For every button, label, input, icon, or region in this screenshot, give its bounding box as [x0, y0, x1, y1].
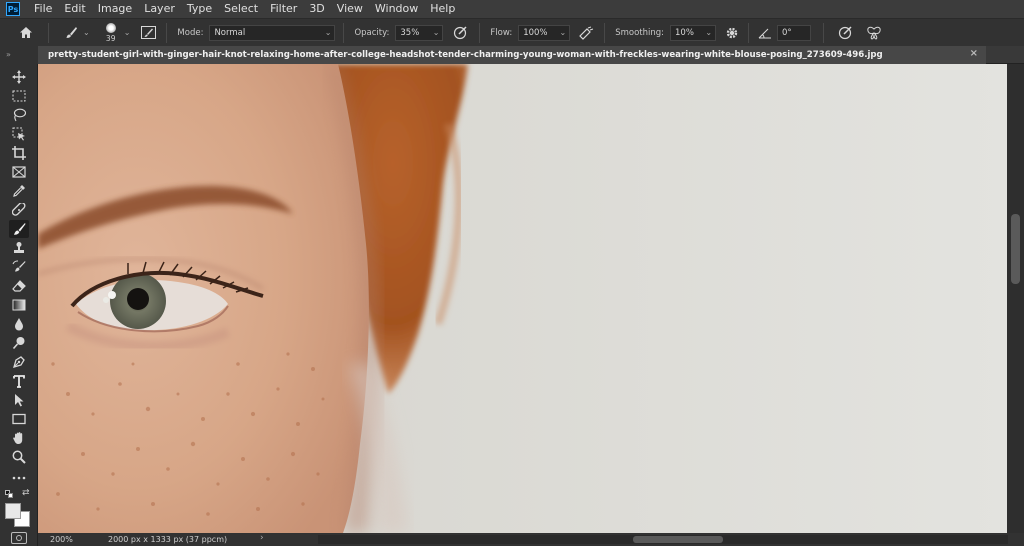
brush-size-picker[interactable]: 39 [98, 21, 124, 45]
crop-icon[interactable] [9, 144, 29, 162]
swap-colors-icon[interactable]: ⇄ [22, 488, 30, 498]
document-info[interactable]: 2000 px x 1333 px (37 ppcm) [88, 535, 288, 544]
symmetry-butterfly-icon[interactable] [864, 23, 884, 43]
brush-size-value: 39 [105, 33, 116, 43]
brush-settings-panel-icon[interactable] [138, 23, 158, 43]
airbrush-icon[interactable] [576, 23, 596, 43]
menu-filter[interactable]: Filter [264, 0, 303, 18]
menu-image[interactable]: Image [92, 0, 138, 18]
panel-collapse-icon[interactable]: » [0, 46, 38, 64]
type-icon[interactable] [9, 372, 29, 390]
menu-type[interactable]: Type [181, 0, 218, 18]
menu-file[interactable]: File [28, 0, 58, 18]
flow-value: 100% [523, 27, 548, 38]
chevron-down-icon: ⌄ [559, 27, 567, 37]
chevron-down-icon: ⌄ [324, 27, 332, 37]
rectangle-icon[interactable] [9, 410, 29, 428]
dodge-icon[interactable] [9, 334, 29, 352]
brush-tip-icon [105, 22, 116, 33]
blur-icon[interactable] [9, 315, 29, 333]
document-tab-title: pretty-student-girl-with-ginger-hair-kno… [48, 49, 883, 60]
opacity-label: Opacity: [354, 27, 390, 38]
document-tab-bar: pretty-student-girl-with-ginger-hair-kno… [38, 45, 1024, 64]
chevron-down-icon: ⌄ [705, 27, 713, 37]
foreground-color-swatch[interactable] [5, 503, 21, 519]
menu-3d[interactable]: 3D [303, 0, 330, 18]
chevron-down-icon: ⌄ [432, 27, 440, 37]
angle-input[interactable]: 0° [777, 24, 812, 41]
brush-preset-dropdown-icon[interactable]: ⌄ [83, 28, 90, 37]
opacity-value: 35% [400, 27, 420, 38]
quick-mask-icon[interactable] [11, 532, 27, 544]
flow-label: Flow: [490, 27, 513, 38]
frame-icon[interactable] [9, 163, 29, 181]
move-icon[interactable] [9, 68, 29, 86]
flow-input[interactable]: 100% ⌄ [518, 24, 571, 41]
mode-label: Mode: [177, 27, 204, 38]
vertical-scroll-thumb[interactable] [1011, 214, 1020, 284]
photoshop-logo[interactable]: Ps [6, 2, 20, 16]
brush-icon[interactable] [9, 220, 29, 238]
path-select-icon[interactable] [9, 391, 29, 409]
chevron-right-icon[interactable]: › [260, 533, 264, 543]
more-icon[interactable] [9, 469, 29, 487]
photo-canvas-image [38, 64, 1007, 533]
menu-layer[interactable]: Layer [138, 0, 181, 18]
lasso-icon[interactable] [9, 106, 29, 124]
close-icon[interactable]: × [970, 48, 978, 59]
eraser-icon[interactable] [9, 277, 29, 295]
object-select-icon[interactable] [9, 125, 29, 143]
menu-edit[interactable]: Edit [58, 0, 91, 18]
tools-panel: ⇄ [0, 64, 38, 546]
brush-size-dropdown-icon[interactable]: ⌄ [124, 28, 131, 37]
menu-bar: Ps File Edit Image Layer Type Select Fil… [0, 0, 1024, 18]
document-canvas[interactable] [38, 64, 1007, 533]
hand-icon[interactable] [9, 429, 29, 447]
smoothing-input[interactable]: 10% ⌄ [670, 24, 717, 41]
horizontal-scrollbar[interactable] [318, 535, 1008, 544]
status-bar: 200% 2000 px x 1333 px (37 ppcm) › [38, 533, 1024, 546]
pressure-size-icon[interactable] [836, 23, 856, 43]
eyedropper-icon[interactable] [9, 182, 29, 200]
horizontal-scroll-thumb[interactable] [633, 536, 723, 543]
zoom-icon[interactable] [9, 448, 29, 466]
marquee-icon[interactable] [9, 87, 29, 105]
smoothing-label: Smoothing: [615, 27, 665, 38]
pressure-opacity-icon[interactable] [451, 23, 471, 43]
menu-select[interactable]: Select [218, 0, 264, 18]
gear-icon[interactable] [722, 23, 742, 43]
menu-help[interactable]: Help [424, 0, 461, 18]
pen-icon[interactable] [9, 353, 29, 371]
angle-icon [755, 23, 775, 43]
vertical-scrollbar[interactable] [1007, 64, 1024, 533]
angle-value: 0° [782, 27, 792, 38]
default-colors-icon[interactable] [5, 490, 15, 498]
mode-select[interactable]: Normal ⌄ [209, 24, 336, 41]
brush-preset-icon[interactable] [61, 23, 81, 43]
document-tab[interactable]: pretty-student-girl-with-ginger-hair-kno… [38, 45, 986, 64]
zoom-level[interactable]: 200% [38, 535, 88, 544]
smoothing-value: 10% [675, 27, 694, 38]
gradient-icon[interactable] [9, 296, 29, 314]
stamp-icon[interactable] [9, 239, 29, 257]
healing-icon[interactable] [9, 201, 29, 219]
options-bar: ⌄ 39 ⌄ Mode: Normal ⌄ Opacity: 35% ⌄ Flo… [0, 18, 1024, 46]
mode-value: Normal [214, 27, 246, 38]
history-brush-icon[interactable] [9, 258, 29, 276]
opacity-input[interactable]: 35% ⌄ [395, 24, 444, 41]
menu-window[interactable]: Window [369, 0, 424, 18]
menu-view[interactable]: View [331, 0, 369, 18]
home-icon[interactable] [16, 23, 36, 43]
